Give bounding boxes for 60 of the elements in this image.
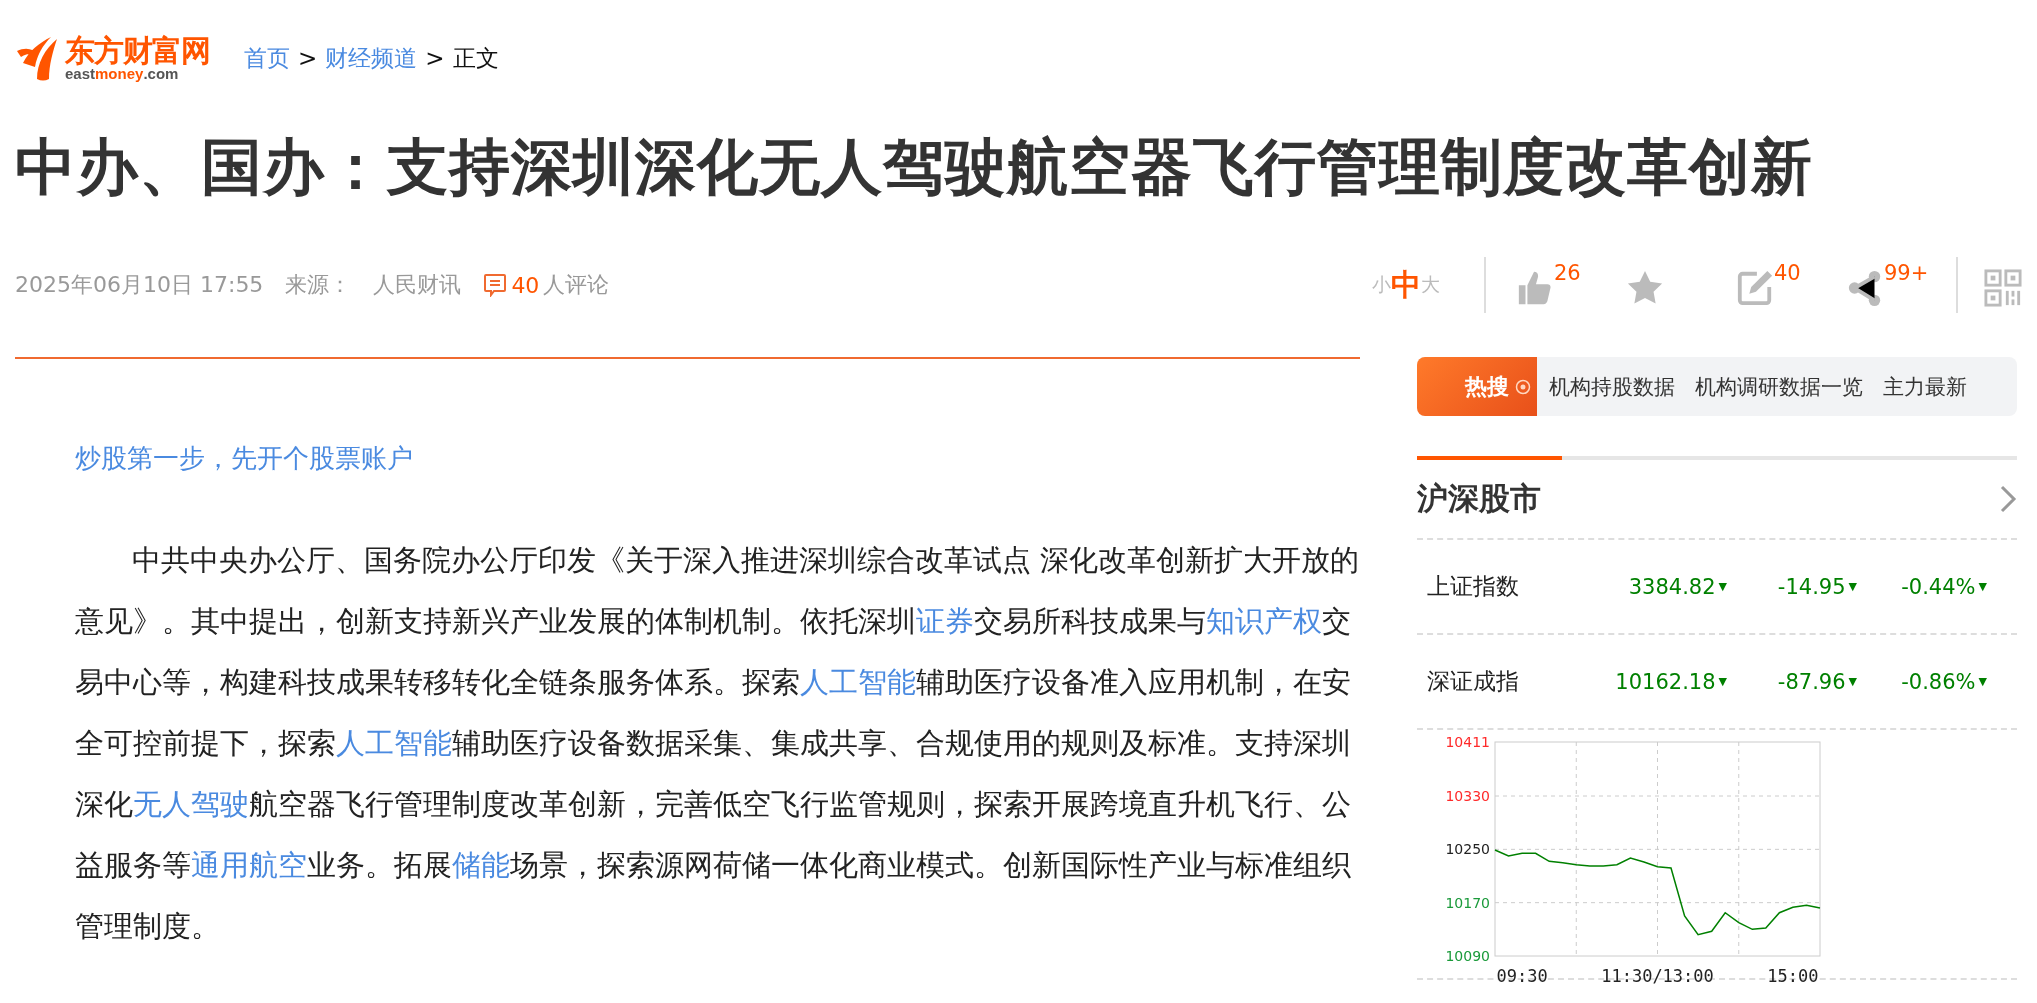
market-title: 沪深股市 [1417,479,1541,519]
down-arrow-icon: ▼ [1848,675,1857,689]
hot-search-link[interactable]: 机构调研数据一览 [1695,372,1863,401]
comments-link[interactable]: 40 人评论 [483,270,610,301]
keyword-link[interactable]: 通用航空 [191,849,307,883]
logo-domain: eastmoney.com [65,65,180,81]
down-arrow-icon: ▼ [1848,580,1857,594]
breadcrumb-separator: > [425,45,445,71]
comment-icon [483,273,508,298]
index-price: 10162.18 [1615,669,1716,694]
index-percent: -0.44% [1901,574,1976,599]
breadcrumb-separator: > [298,45,318,71]
comment-button[interactable]: 40 [1736,261,1816,310]
hot-search-link[interactable]: 主力最新 [1883,372,1967,401]
x-tick-label: 15:00 [1767,966,1819,987]
pencil-square-icon [1736,269,1774,308]
index-change: -14.95 [1777,574,1846,599]
y-tick-label: 10090 [1445,948,1490,965]
x-tick-label: 11:30/13:00 [1601,966,1714,987]
font-size-option[interactable]: 小 [1372,272,1391,299]
target-icon [1515,378,1531,395]
y-tick-label: 10330 [1445,788,1490,805]
font-size-option[interactable]: 大 [1421,272,1440,299]
down-arrow-icon: ▼ [1718,580,1727,594]
site-logo[interactable]: 东方财富网 eastmoney.com [15,33,210,83]
source-label: 来源： [285,271,352,300]
keyword-link[interactable]: 无人驾驶 [133,788,249,822]
keyword-link[interactable]: 储能 [452,849,510,883]
index-name[interactable]: 上证指数 [1427,571,1577,603]
down-arrow-icon: ▼ [1978,675,1987,689]
breadcrumb-link[interactable]: 财经频道 [325,42,418,74]
index-change: -87.96 [1777,669,1846,694]
like-button[interactable]: 26 [1516,261,1596,310]
down-arrow-icon: ▼ [1978,580,1987,594]
chevron-right-icon[interactable] [1999,484,2017,515]
font-size-option[interactable]: 中 [1391,264,1421,306]
y-tick-label: 10411 [1445,734,1490,751]
qr-code-icon [1984,269,2022,308]
index-percent: -0.86% [1901,669,1976,694]
article-paragraph: 中共中央办公厅、国务院办公厅印发《关于深入推进深圳综合改革试点 深化改革创新扩大开放的意见》。其中提出，创新支持新兴产业发展的体制机制。依托深圳证券交易所科技成果与知识产权交易中心等，构建科技成果转移转化全链条服务体系。探索人工智能辅助医疗设备准入应用机制，在安全可控前提下，探索人工智能辅助医疗设备数据采集、集成共享、合规使用的规则及标准。支持深圳深化无人驾驶航空器飞行管理制度改革创新，完善低空飞行监管规则，探索开展跨境直升机飞行、公益服务等通用航空业务。拓展储能场景，探索源网荷储一体化商业模式。创新国际性产业与标准组织管理制度。 [75,543,1360,946]
down-arrow-icon: ▼ [1718,675,1727,689]
x-tick-label: 09:30 [1496,966,1548,987]
hot-search-link[interactable]: 机构持股数据 [1549,372,1675,401]
logo-name: 东方财富网 [65,35,210,66]
source-name: 人民财讯 [373,271,462,300]
y-tick-label: 10170 [1445,894,1490,911]
keyword-link[interactable]: 证券 [916,605,974,639]
keyword-link[interactable]: 人工智能 [800,666,916,700]
article-title: 中办、国办：支持深圳深化无人驾驶航空器飞行管理制度改革创新 [15,130,1814,204]
promo-link[interactable]: 炒股第一步，先开个股票账户 [75,441,413,477]
y-tick-label: 10250 [1445,841,1490,858]
hot-search-label: 热搜 [1417,357,1537,417]
share-button[interactable]: 99+ [1846,261,1926,310]
breadcrumb-link[interactable]: 首页 [244,42,290,74]
keyword-link[interactable]: 人工智能 [336,727,452,761]
index-price: 3384.82 [1628,574,1716,599]
breadcrumb-current: 正文 [452,43,499,73]
publish-date: 2025年06月10日 17:55 [15,271,264,300]
index-name[interactable]: 深证成指 [1427,666,1577,698]
keyword-link[interactable]: 知识产权 [1206,605,1322,639]
